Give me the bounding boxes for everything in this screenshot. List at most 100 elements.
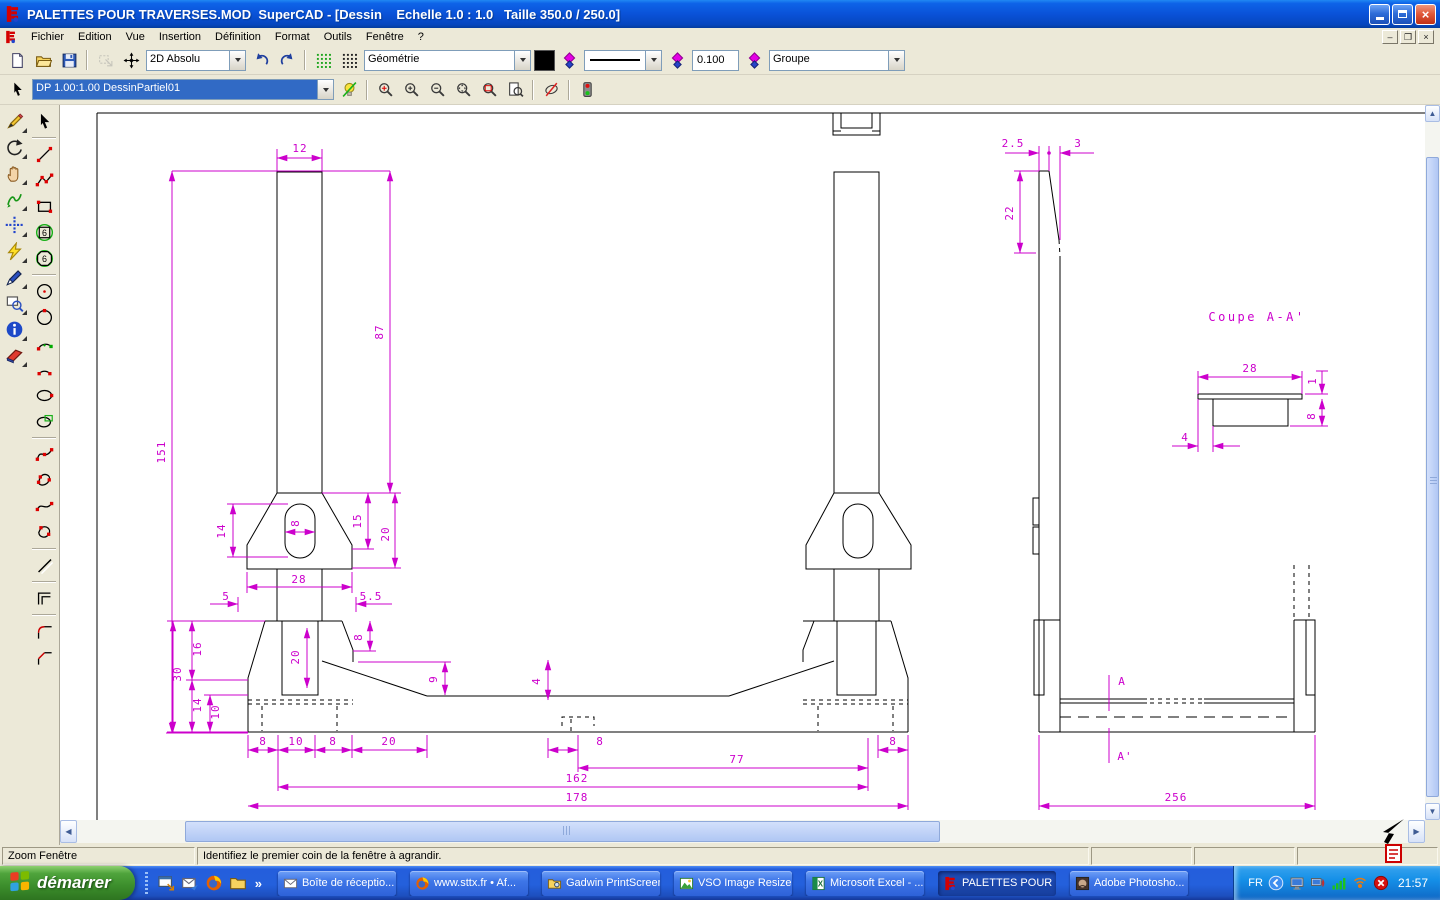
menu-aide[interactable]: ? <box>411 30 431 44</box>
horizontal-scrollbar[interactable]: ◀ ▶ <box>60 820 1425 843</box>
menu-definition[interactable]: Définition <box>208 30 268 44</box>
layer-color-button[interactable] <box>557 49 581 72</box>
arc-center-tool[interactable] <box>31 330 58 356</box>
pointer-button[interactable] <box>5 78 29 101</box>
task-gadwin[interactable]: Gadwin PrintScreen <box>542 871 660 896</box>
quick-draw-tool[interactable] <box>1 238 28 264</box>
menu-outils[interactable]: Outils <box>317 30 359 44</box>
info-tool[interactable] <box>1 316 28 342</box>
menu-fenetre[interactable]: Fenêtre <box>359 30 411 44</box>
offset-tool[interactable] <box>31 585 58 611</box>
zoom-point-button[interactable] <box>373 78 397 101</box>
line-width-field[interactable]: 0.100 <box>692 50 739 71</box>
polygon-inscribed-tool[interactable]: 6 <box>31 219 58 245</box>
quick-launch-chevron[interactable]: » <box>253 876 264 891</box>
coordinate-mode-combo-dropdown-arrow-icon[interactable] <box>229 51 245 70</box>
ellipse-tool[interactable] <box>31 382 58 408</box>
spline-closed-tool[interactable] <box>31 467 58 493</box>
firefox-quick-icon[interactable] <box>205 874 223 892</box>
layer-combo[interactable]: Géométrie <box>364 50 531 71</box>
zoom-window-button[interactable] <box>477 78 501 101</box>
polyline-tool[interactable] <box>31 167 58 193</box>
curve-closed-tool[interactable] <box>31 519 58 545</box>
signal-strength-icon[interactable] <box>1331 875 1347 891</box>
menu-insertion[interactable]: Insertion <box>152 30 208 44</box>
erase-entity-button[interactable] <box>539 78 563 101</box>
task-browser[interactable]: www.sttx.fr • Af... <box>410 871 528 896</box>
line-style-combo-dropdown-arrow-icon[interactable] <box>645 51 661 70</box>
restore-button[interactable] <box>1392 4 1413 25</box>
erase-tool[interactable] <box>1 342 28 368</box>
line-width-color-button[interactable] <box>742 49 766 72</box>
vertical-scroll-thumb[interactable] <box>1426 157 1439 797</box>
menu-vue[interactable]: Vue <box>119 30 152 44</box>
layer-lamp-button[interactable] <box>337 78 361 101</box>
task-supercad[interactable]: PALETTES POUR ... <box>938 871 1056 896</box>
group-combo[interactable]: Groupe <box>769 50 905 71</box>
zoom-out-button[interactable] <box>425 78 449 101</box>
coordinate-mode-combo[interactable]: 2D Absolu <box>146 50 246 71</box>
modify-tool[interactable] <box>1 108 28 134</box>
scroll-up-button[interactable]: ▲ <box>1425 105 1440 122</box>
spline-tool[interactable] <box>31 441 58 467</box>
show-desktop-icon[interactable] <box>157 874 175 892</box>
layer-color-swatch[interactable] <box>534 50 555 71</box>
origin-button[interactable] <box>119 49 143 72</box>
arc-tool[interactable] <box>31 356 58 382</box>
zoom-page-button[interactable] <box>503 78 527 101</box>
task-inbox[interactable]: Boîte de réceptio... <box>278 871 396 896</box>
ellipse-axes-tool[interactable] <box>31 408 58 434</box>
fillet-tool[interactable] <box>31 618 58 644</box>
group-combo-dropdown-arrow-icon[interactable] <box>888 51 904 70</box>
scroll-left-button[interactable]: ◀ <box>60 820 77 843</box>
open-file-button[interactable] <box>31 49 55 72</box>
layer-combo-dropdown-arrow-icon[interactable] <box>514 51 530 70</box>
drawing-canvas[interactable]: 12 151 87 14 8 <box>60 105 1425 820</box>
select-tool[interactable] <box>31 108 58 134</box>
select-mode-button[interactable] <box>93 49 117 72</box>
task-excel[interactable]: XMicrosoft Excel - ... <box>806 871 924 896</box>
rectangle-tool[interactable] <box>31 193 58 219</box>
new-file-button[interactable] <box>5 49 29 72</box>
close-button[interactable]: × <box>1415 4 1436 25</box>
freehand-tool[interactable] <box>1 186 28 212</box>
rotate-tool[interactable] <box>1 134 28 160</box>
mdi-restore-button[interactable]: ❐ <box>1400 30 1416 44</box>
zoom-select-tool[interactable] <box>1 290 28 316</box>
task-photoshop[interactable]: Adobe Photosho... <box>1070 871 1188 896</box>
scroll-right-button[interactable]: ▶ <box>1408 820 1425 843</box>
undo-button[interactable] <box>249 49 273 72</box>
circle-tool[interactable] <box>31 304 58 330</box>
start-button[interactable]: démarrer <box>0 866 135 900</box>
zoom-extents-button[interactable] <box>451 78 475 101</box>
save-button[interactable] <box>57 49 81 72</box>
scroll-down-button[interactable]: ▼ <box>1425 803 1440 820</box>
grid-snap-button[interactable] <box>337 49 361 72</box>
minimize-button[interactable] <box>1369 4 1390 25</box>
language-indicator[interactable]: FR <box>1248 877 1263 889</box>
audio-device-icon[interactable] <box>1310 875 1326 891</box>
hatch-line-tool[interactable] <box>31 552 58 578</box>
line-style-color-button[interactable] <box>665 49 689 72</box>
ink-pen-tool[interactable] <box>1 264 28 290</box>
mdi-minimize-button[interactable]: – <box>1382 30 1398 44</box>
zoom-in-button[interactable] <box>399 78 423 101</box>
grid-display-button[interactable] <box>311 49 335 72</box>
snap-tool[interactable] <box>1 212 28 238</box>
circle-center-tool[interactable] <box>31 278 58 304</box>
vertical-scrollbar[interactable]: ▲ ▼ <box>1425 105 1440 820</box>
folder-quick-icon[interactable] <box>229 874 247 892</box>
task-vso[interactable]: VSO Image Resizer <box>674 871 792 896</box>
regen-button[interactable] <box>575 78 599 101</box>
curve-tool[interactable] <box>31 493 58 519</box>
line-style-combo[interactable] <box>584 50 662 71</box>
display-settings-icon[interactable] <box>1289 875 1305 891</box>
alert-icon[interactable] <box>1373 875 1389 891</box>
redo-button[interactable] <box>275 49 299 72</box>
wireless-icon[interactable] <box>1352 875 1368 891</box>
chamfer-tool[interactable] <box>31 644 58 670</box>
pan-tool[interactable] <box>1 160 28 186</box>
quick-launch-handle[interactable] <box>145 872 148 894</box>
menu-format[interactable]: Format <box>268 30 317 44</box>
hide-icons-chevron-icon[interactable] <box>1268 875 1284 891</box>
